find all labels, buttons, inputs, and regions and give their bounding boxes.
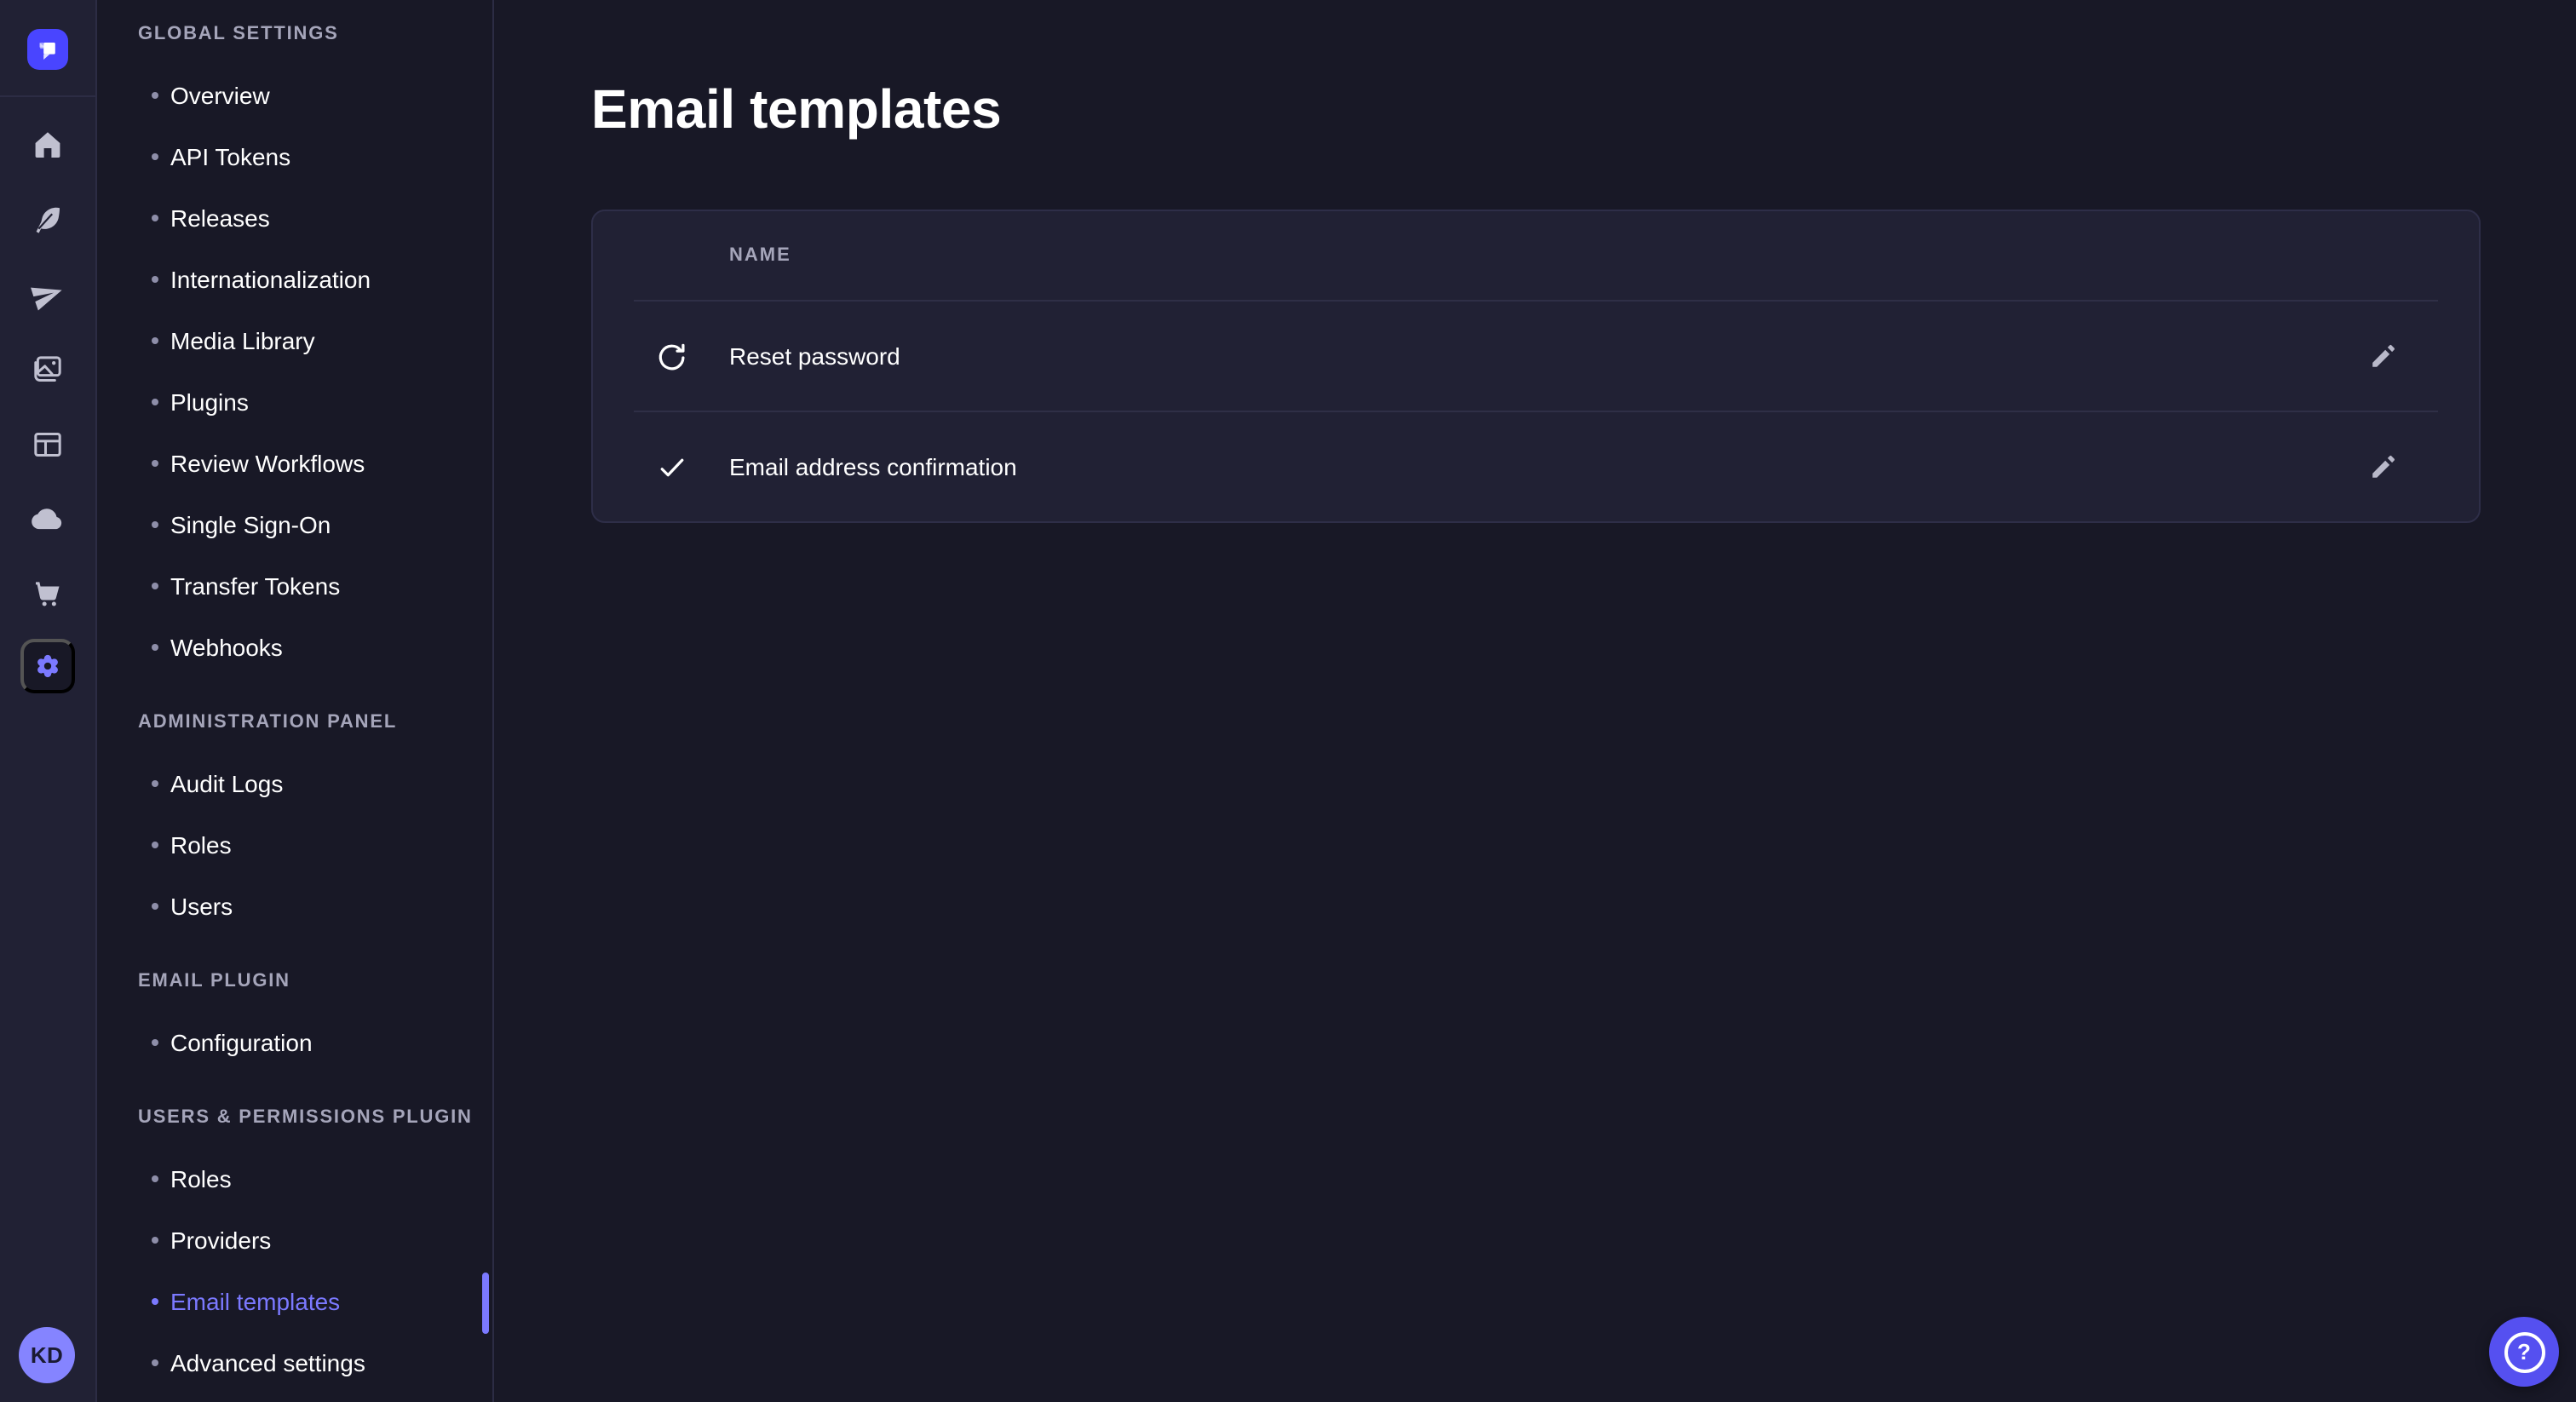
- sidebar-item-up-roles[interactable]: Roles: [97, 1148, 492, 1210]
- bullet-icon: [152, 903, 158, 910]
- strapi-logo-glyph: [34, 36, 61, 63]
- sidebar-item-providers[interactable]: Providers: [97, 1210, 492, 1271]
- sidebar-item-advanced-settings[interactable]: Advanced settings: [97, 1332, 492, 1393]
- table-header-row: NAME: [593, 211, 2479, 300]
- section-header: GLOBAL SETTINGS: [97, 3, 492, 65]
- bullet-icon: [152, 1298, 158, 1305]
- sidebar-item-email-templates[interactable]: Email templates: [97, 1271, 492, 1332]
- section-email-plugin: EMAIL PLUGIN Configuration: [97, 951, 492, 1073]
- sidebar-item-admin-users[interactable]: Users: [97, 876, 492, 937]
- cloud-icon[interactable]: [0, 503, 95, 537]
- sidebar-item-webhooks[interactable]: Webhooks: [97, 617, 492, 678]
- section-header: ADMINISTRATION PANEL: [97, 692, 492, 753]
- table-row-email-confirmation[interactable]: Email address confirmation: [593, 412, 2479, 521]
- bullet-icon: [152, 583, 158, 589]
- template-name: Email address confirmation: [729, 453, 1017, 480]
- sidebar-item-review-workflows[interactable]: Review Workflows: [97, 433, 492, 494]
- pencil-icon[interactable]: [2368, 451, 2399, 482]
- question-mark-icon: ?: [2504, 1331, 2544, 1372]
- app-window: KD GLOBAL SETTINGS Overview API Tokens R…: [0, 0, 2576, 1402]
- sidebar-item-single-sign-on[interactable]: Single Sign-On: [97, 494, 492, 555]
- home-icon[interactable]: [0, 128, 95, 162]
- email-templates-table: NAME Reset password Email address confir…: [591, 210, 2481, 523]
- template-name: Reset password: [729, 342, 900, 370]
- avatar[interactable]: KD: [19, 1327, 75, 1383]
- cart-icon[interactable]: [0, 577, 95, 612]
- strapi-logo[interactable]: [27, 29, 68, 70]
- bullet-icon: [152, 337, 158, 344]
- bullet-icon: [152, 780, 158, 787]
- bullet-icon: [152, 1175, 158, 1182]
- section-global-settings: GLOBAL SETTINGS Overview API Tokens Rele…: [97, 3, 492, 678]
- check-icon: [654, 450, 688, 484]
- sidebar-item-plugins[interactable]: Plugins: [97, 371, 492, 433]
- bullet-icon: [152, 276, 158, 283]
- column-header-name: NAME: [729, 245, 791, 266]
- bullet-icon: [152, 1237, 158, 1244]
- section-administration-panel: ADMINISTRATION PANEL Audit Logs Roles Us…: [97, 692, 492, 937]
- main-content: Email templates NAME Reset password: [496, 0, 2576, 1402]
- sidebar-item-transfer-tokens[interactable]: Transfer Tokens: [97, 555, 492, 617]
- section-header: USERS & PERMISSIONS PLUGIN: [97, 1087, 492, 1148]
- paper-plane-icon[interactable]: [0, 278, 95, 312]
- sidebar-item-admin-roles[interactable]: Roles: [97, 814, 492, 876]
- sidebar-item-overview[interactable]: Overview: [97, 65, 492, 126]
- rail-divider: [0, 95, 95, 97]
- bullet-icon: [152, 842, 158, 848]
- bullet-icon: [152, 1039, 158, 1046]
- gear-icon[interactable]: [20, 639, 75, 693]
- bullet-icon: [152, 92, 158, 99]
- main-nav-rail: KD: [0, 0, 97, 1402]
- page-title: Email templates: [591, 75, 2481, 143]
- settings-subnav: GLOBAL SETTINGS Overview API Tokens Rele…: [97, 0, 494, 1402]
- bullet-icon: [152, 1359, 158, 1366]
- bullet-icon: [152, 521, 158, 528]
- media-library-icon[interactable]: [0, 353, 95, 387]
- sidebar-item-email-configuration[interactable]: Configuration: [97, 1012, 492, 1073]
- sidebar-item-media-library[interactable]: Media Library: [97, 310, 492, 371]
- bullet-icon: [152, 215, 158, 221]
- sidebar-item-audit-logs[interactable]: Audit Logs: [97, 753, 492, 814]
- bullet-icon: [152, 460, 158, 467]
- bullet-icon: [152, 399, 158, 405]
- sidebar-item-api-tokens[interactable]: API Tokens: [97, 126, 492, 187]
- section-users-permissions-plugin: USERS & PERMISSIONS PLUGIN Roles Provide…: [97, 1087, 492, 1393]
- bullet-icon: [152, 153, 158, 160]
- feather-icon[interactable]: [0, 203, 95, 237]
- sidebar-item-internationalization[interactable]: Internationalization: [97, 249, 492, 310]
- pencil-icon[interactable]: [2368, 341, 2399, 371]
- refresh-icon: [654, 339, 688, 373]
- help-button[interactable]: ?: [2489, 1317, 2559, 1387]
- sidebar-item-releases[interactable]: Releases: [97, 187, 492, 249]
- bullet-icon: [152, 644, 158, 651]
- table-row-reset-password[interactable]: Reset password: [593, 302, 2479, 411]
- section-header: EMAIL PLUGIN: [97, 951, 492, 1012]
- subnav-scrollbar-thumb[interactable]: [482, 1273, 489, 1334]
- layout-icon[interactable]: [0, 428, 95, 462]
